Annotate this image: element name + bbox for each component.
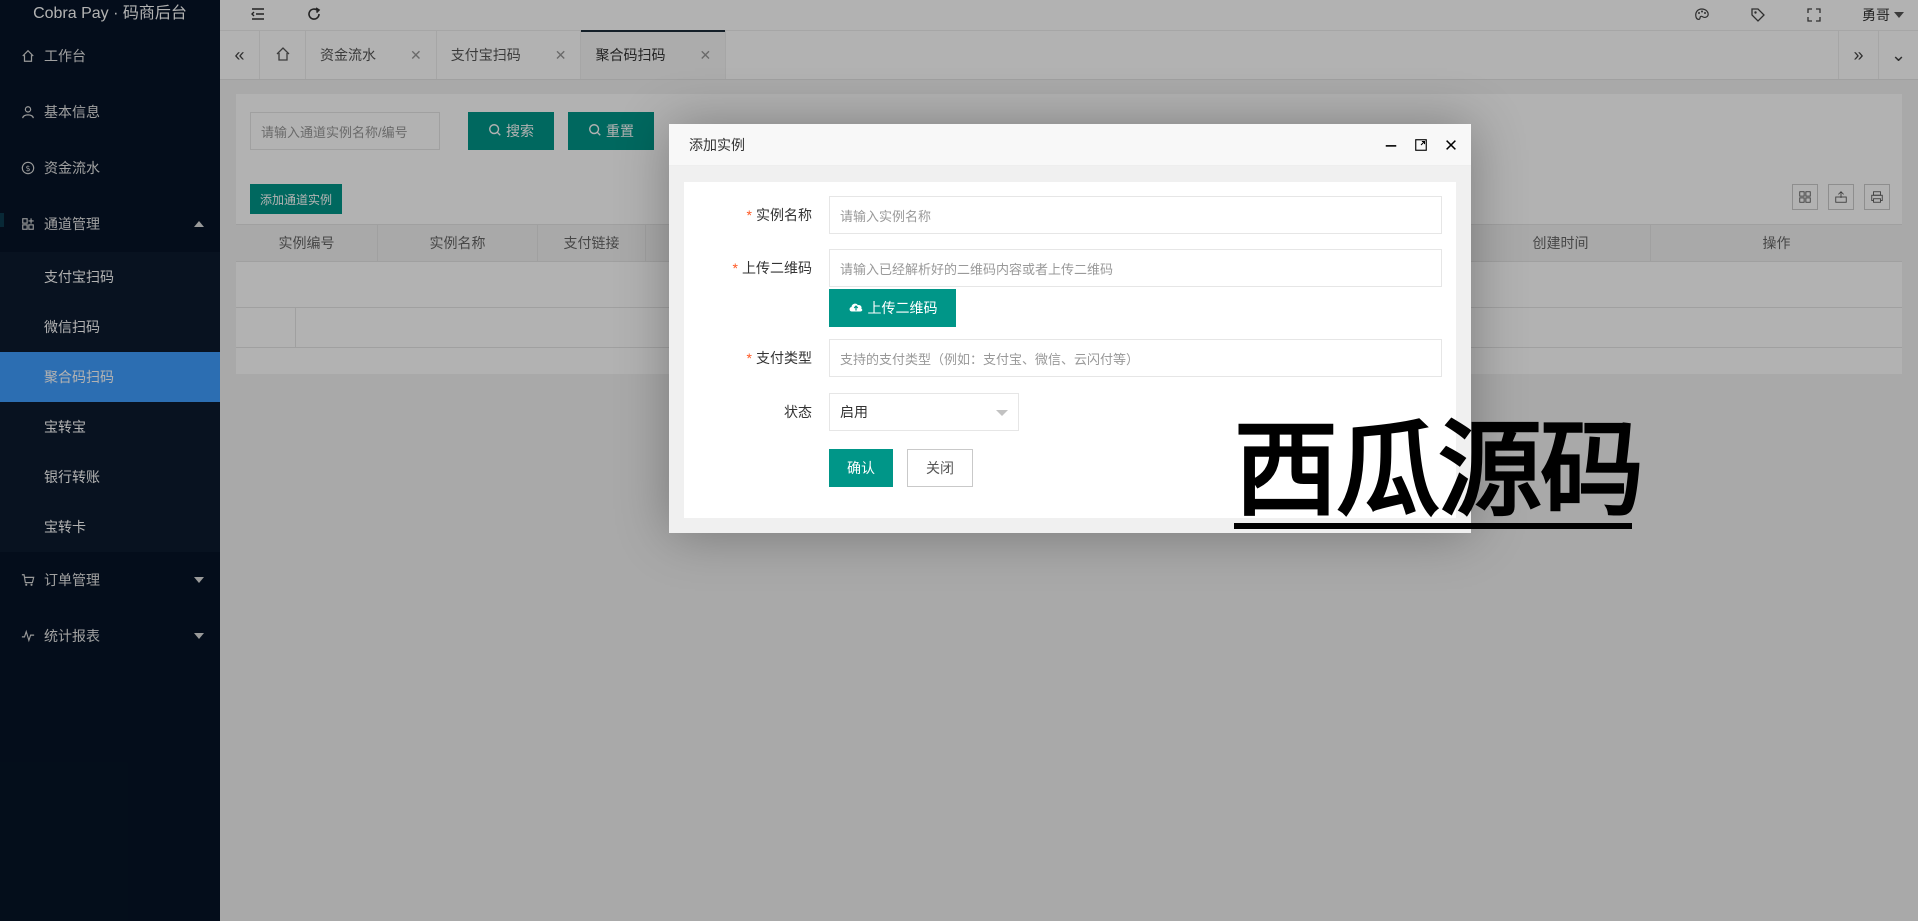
upload-qr-label: 上传二维码 bbox=[867, 300, 938, 316]
maximize-icon[interactable] bbox=[1413, 137, 1429, 153]
close-button[interactable]: 关闭 bbox=[907, 449, 973, 487]
qr-code-input[interactable]: 请输入已经解析好的二维码内容或者上传二维码 bbox=[829, 249, 1442, 287]
status-selected-value: 启用 bbox=[840, 404, 868, 420]
pay-type-label: * 支付类型 bbox=[746, 350, 812, 366]
instance-name-placeholder: 请输入实例名称 bbox=[840, 208, 932, 224]
confirm-button[interactable]: 确认 bbox=[829, 449, 893, 487]
cloud-upload-icon bbox=[848, 300, 864, 317]
watermark-underline bbox=[1234, 523, 1632, 529]
close-icon[interactable] bbox=[1443, 137, 1459, 153]
instance-name-label: * 实例名称 bbox=[746, 207, 812, 223]
instance-name-input[interactable]: 请输入实例名称 bbox=[829, 196, 1442, 234]
qr-code-placeholder: 请输入已经解析好的二维码内容或者上传二维码 bbox=[840, 261, 1114, 277]
pay-type-input[interactable]: 支持的支付类型（例如：支付宝、微信、云闪付等） bbox=[829, 339, 1442, 377]
qr-code-label: * 上传二维码 bbox=[732, 260, 812, 276]
dialog-title: 添加实例 bbox=[669, 124, 1471, 166]
status-select[interactable]: 启用 bbox=[829, 393, 1019, 431]
pay-type-placeholder: 支持的支付类型（例如：支付宝、微信、云闪付等） bbox=[840, 351, 1140, 367]
upload-qr-button[interactable]: 上传二维码 bbox=[829, 289, 956, 327]
minimize-icon[interactable] bbox=[1383, 137, 1399, 153]
watermark-text: 西瓜源码 bbox=[1234, 409, 1644, 531]
chevron-down-icon bbox=[996, 410, 1008, 416]
status-label: 状态 bbox=[784, 404, 812, 420]
